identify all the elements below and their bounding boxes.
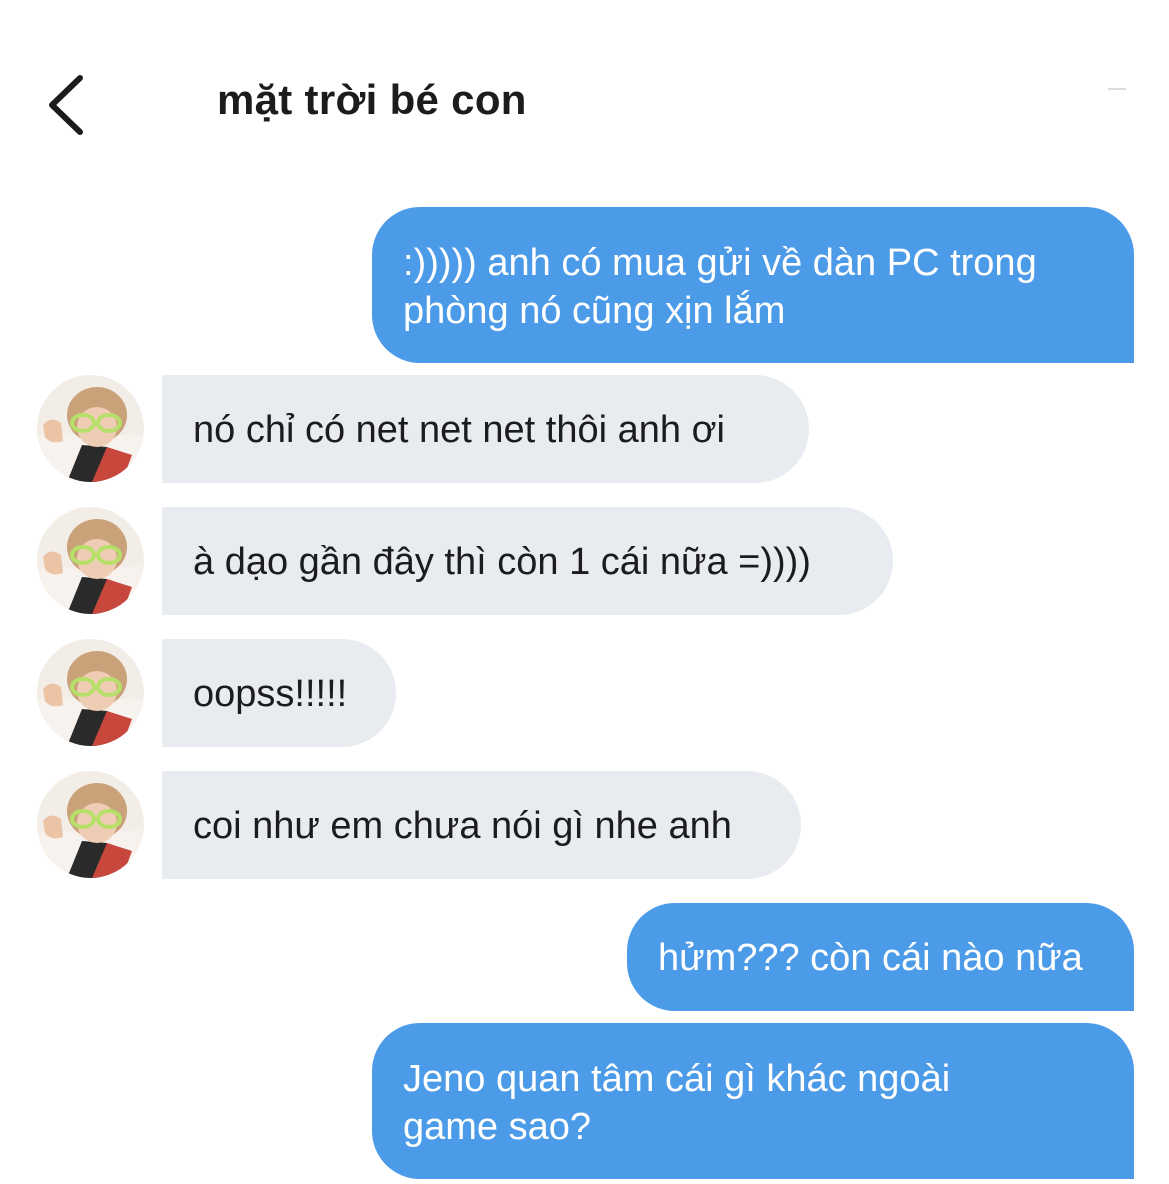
message-text: Jeno quan tâm cái gì khác ngoài [403, 1058, 951, 1100]
back-button[interactable] [38, 70, 98, 140]
avatar[interactable] [37, 507, 144, 614]
avatar[interactable] [37, 639, 144, 746]
message-text: coi như em chưa nói gì nhe anh [193, 805, 732, 847]
header-divider [1108, 88, 1126, 90]
message-text: à dạo gần đây thì còn 1 cái nữa =)))) [193, 541, 811, 583]
message-bubble-incoming[interactable]: coi như em chưa nói gì nhe anh [162, 771, 801, 879]
message-bubble-incoming[interactable]: à dạo gần đây thì còn 1 cái nữa =)))) [162, 507, 893, 615]
chat-header: mặt trời bé con [0, 0, 1169, 200]
message-text: nó chỉ có net net net thôi anh ơi [193, 409, 725, 451]
avatar[interactable] [37, 771, 144, 878]
message-text: hửm??? còn cái nào nữa [658, 937, 1083, 979]
avatar[interactable] [37, 375, 144, 482]
message-text: game sao? [403, 1106, 592, 1148]
message-bubble-outgoing[interactable]: Jeno quan tâm cái gì khác ngoài game sao… [372, 1023, 1134, 1179]
chevron-left-icon [49, 75, 83, 135]
message-bubble-incoming[interactable]: oopss!!!!! [162, 639, 396, 747]
chat-title: mặt trời bé con [217, 76, 527, 123]
message-bubble-outgoing[interactable]: hửm??? còn cái nào nữa [627, 903, 1134, 1011]
message-text: :))))) anh có mua gửi về dàn PC trong [403, 242, 1037, 284]
message-text: oopss!!!!! [193, 673, 348, 715]
message-bubble-outgoing[interactable]: :))))) anh có mua gửi về dàn PC trong ph… [372, 207, 1134, 363]
message-bubble-incoming[interactable]: nó chỉ có net net net thôi anh ơi [162, 375, 809, 483]
message-text: phòng nó cũng xịn lắm [403, 290, 786, 332]
